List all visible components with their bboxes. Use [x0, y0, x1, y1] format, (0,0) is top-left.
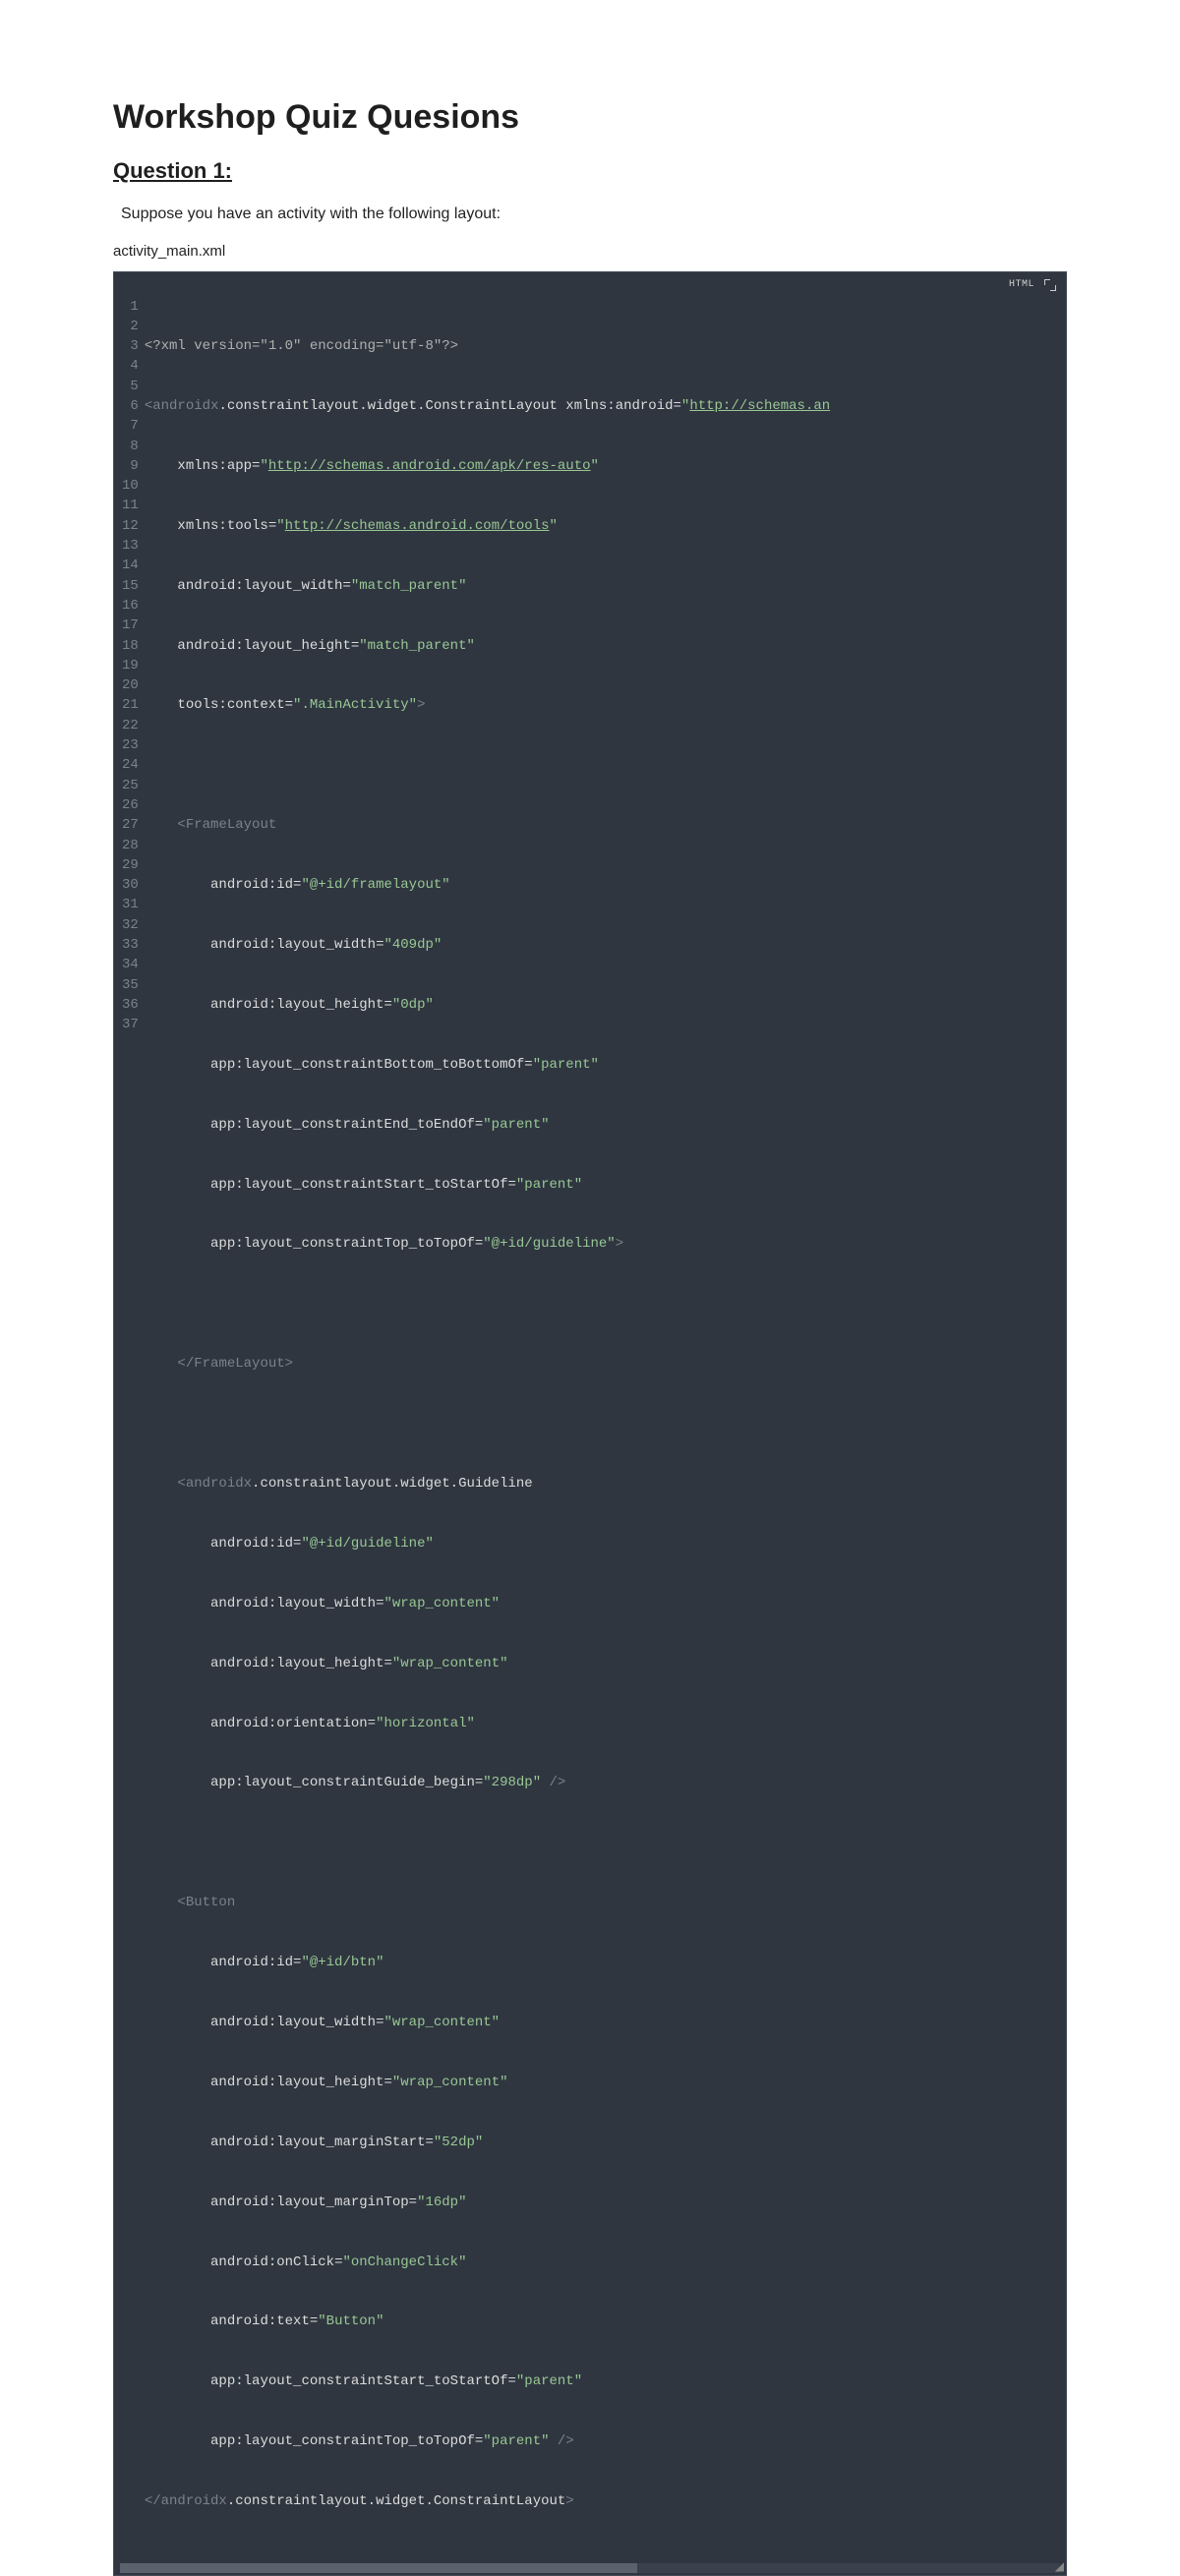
code-line: android:layout_marginTop="16dp" — [145, 2193, 1066, 2212]
code-line: android:layout_width="wrap_content" — [145, 1594, 1066, 1613]
code-line: android:layout_width="match_parent" — [145, 576, 1066, 596]
line-number: 27 — [122, 815, 139, 835]
code-line: <androidx.constraintlayout.widget.Constr… — [145, 396, 1066, 416]
code-line: android:id="@+id/btn" — [145, 1953, 1066, 1972]
code-line: xmlns:tools="http://schemas.android.com/… — [145, 516, 1066, 536]
code-language-label: HTML — [1009, 278, 1034, 293]
line-number: 2 — [122, 317, 139, 336]
line-number: 11 — [122, 496, 139, 515]
line-number: 15 — [122, 576, 139, 596]
code-line: android:onClick="onChangeClick" — [145, 2253, 1066, 2272]
code-body: 1234567891011121314151617181920212223242… — [114, 297, 1066, 2560]
code-line: android:layout_width="409dp" — [145, 935, 1066, 955]
line-number: 13 — [122, 536, 139, 556]
line-number: 24 — [122, 755, 139, 775]
line-number: 33 — [122, 935, 139, 955]
code-line: android:id="@+id/guideline" — [145, 1534, 1066, 1553]
code-line: app:layout_constraintStart_toStartOf="pa… — [145, 1175, 1066, 1195]
line-number: 21 — [122, 695, 139, 715]
code-line: </FrameLayout> — [145, 1354, 1066, 1374]
code-line: android:layout_height="0dp" — [145, 995, 1066, 1015]
line-number: 23 — [122, 735, 139, 755]
line-number: 16 — [122, 596, 139, 615]
code-line: android:layout_height="wrap_content" — [145, 2073, 1066, 2092]
line-number: 26 — [122, 795, 139, 815]
code-line: app:layout_constraintStart_toStartOf="pa… — [145, 2371, 1066, 2391]
line-number: 7 — [122, 416, 139, 436]
horizontal-scrollbar[interactable] — [120, 2563, 1060, 2573]
line-number: 1 — [122, 297, 139, 317]
code-line: android:orientation="horizontal" — [145, 1714, 1066, 1733]
line-number: 9 — [122, 456, 139, 476]
scrollbar-thumb[interactable] — [120, 2563, 637, 2573]
code-line: xmlns:app="http://schemas.android.com/ap… — [145, 456, 1066, 476]
resize-handle-icon[interactable]: ◢ — [1052, 2561, 1064, 2573]
line-number: 22 — [122, 716, 139, 735]
question-heading: Question 1: — [113, 158, 1067, 184]
code-line: <?xml version="1.0" encoding="utf-8"?> — [145, 336, 1066, 356]
code-line: app:layout_constraintTop_toTopOf="parent… — [145, 2431, 1066, 2451]
line-number: 10 — [122, 476, 139, 496]
line-number: 14 — [122, 556, 139, 575]
code-filename: activity_main.xml — [113, 243, 1067, 260]
code-line: app:layout_constraintGuide_begin="298dp"… — [145, 1773, 1066, 1792]
code-line — [145, 1833, 1066, 1852]
page-title: Workshop Quiz Quesions — [113, 98, 1067, 137]
line-number: 25 — [122, 776, 139, 795]
line-number: 18 — [122, 636, 139, 656]
line-number: 4 — [122, 356, 139, 376]
code-line: android:layout_height="match_parent" — [145, 636, 1066, 656]
line-number: 32 — [122, 915, 139, 935]
code-line: app:layout_constraintBottom_toBottomOf="… — [145, 1055, 1066, 1075]
line-number: 8 — [122, 437, 139, 456]
code-line: android:layout_height="wrap_content" — [145, 1654, 1066, 1673]
code-line: app:layout_constraintEnd_toEndOf="parent… — [145, 1115, 1066, 1135]
line-number: 31 — [122, 895, 139, 914]
code-line: <Button — [145, 1893, 1066, 1912]
code-line — [145, 1414, 1066, 1434]
line-number: 3 — [122, 336, 139, 356]
code-line: </androidx.constraintlayout.widget.Const… — [145, 2491, 1066, 2511]
line-number: 28 — [122, 836, 139, 855]
line-number: 12 — [122, 516, 139, 536]
code-block: HTML 12345678910111213141516171819202122… — [113, 271, 1067, 2576]
line-number: 6 — [122, 396, 139, 416]
code-line — [145, 1294, 1066, 1314]
code-line: android:text="Button" — [145, 2312, 1066, 2331]
line-number: 35 — [122, 975, 139, 995]
line-number: 37 — [122, 1015, 139, 1034]
line-number: 36 — [122, 995, 139, 1015]
expand-icon[interactable] — [1044, 279, 1056, 291]
line-number: 17 — [122, 615, 139, 635]
line-number: 29 — [122, 855, 139, 875]
document-page: Workshop Quiz Quesions Question 1: Suppo… — [0, 0, 1180, 2576]
code-line: <androidx.constraintlayout.widget.Guidel… — [145, 1474, 1066, 1493]
line-number: 20 — [122, 675, 139, 695]
line-number: 5 — [122, 377, 139, 396]
question-prompt: Suppose you have an activity with the fo… — [113, 205, 1067, 223]
code-line: android:layout_width="wrap_content" — [145, 2013, 1066, 2032]
line-number: 34 — [122, 955, 139, 974]
code-content[interactable]: <?xml version="1.0" encoding="utf-8"?> <… — [145, 297, 1066, 2552]
code-line: android:id="@+id/framelayout" — [145, 875, 1066, 895]
code-line: app:layout_constraintTop_toTopOf="@+id/g… — [145, 1234, 1066, 1254]
code-line: tools:context=".MainActivity"> — [145, 695, 1066, 715]
line-number: 19 — [122, 656, 139, 675]
code-header: HTML — [114, 272, 1066, 297]
line-number-gutter: 1234567891011121314151617181920212223242… — [114, 297, 145, 2552]
code-line: android:layout_marginStart="52dp" — [145, 2133, 1066, 2152]
code-line — [145, 755, 1066, 775]
line-number: 30 — [122, 875, 139, 895]
code-line: <FrameLayout — [145, 815, 1066, 835]
